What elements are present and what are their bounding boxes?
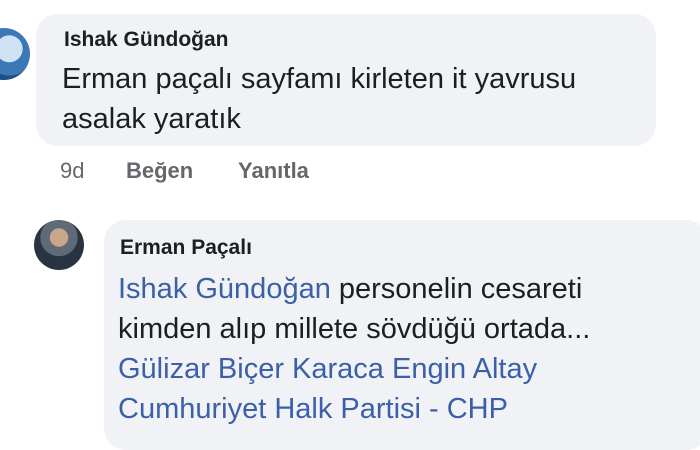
like-button[interactable]: Beğen (126, 158, 193, 184)
reply-text-line: kimden alıp millete sövdüğü ortada... (118, 313, 591, 345)
reply-button[interactable]: Yanıtla (238, 158, 309, 184)
comment-text-line: Erman paçalı sayfamı kirleten it yavrusu (62, 63, 577, 95)
comment-text-line: asalak yaratık (62, 103, 241, 135)
mention-link[interactable]: Cumhuriyet Halk Partisi - CHP (118, 388, 508, 430)
reply-author-name[interactable]: Erman Paçalı (120, 236, 252, 260)
reply-text-line: Ishak Gündoğan personelin cesareti (118, 268, 582, 310)
reply-text: personelin cesareti (338, 273, 583, 305)
comment-author-name[interactable]: Ishak Gündoğan (64, 28, 229, 52)
avatar[interactable] (34, 220, 84, 270)
mention-link[interactable]: Gülizar Biçer Karaca Engin Altay (118, 348, 537, 390)
avatar[interactable] (0, 28, 30, 80)
mention-link[interactable]: Ishak Gündoğan (118, 273, 331, 305)
comment-timestamp[interactable]: 9d (60, 158, 84, 184)
